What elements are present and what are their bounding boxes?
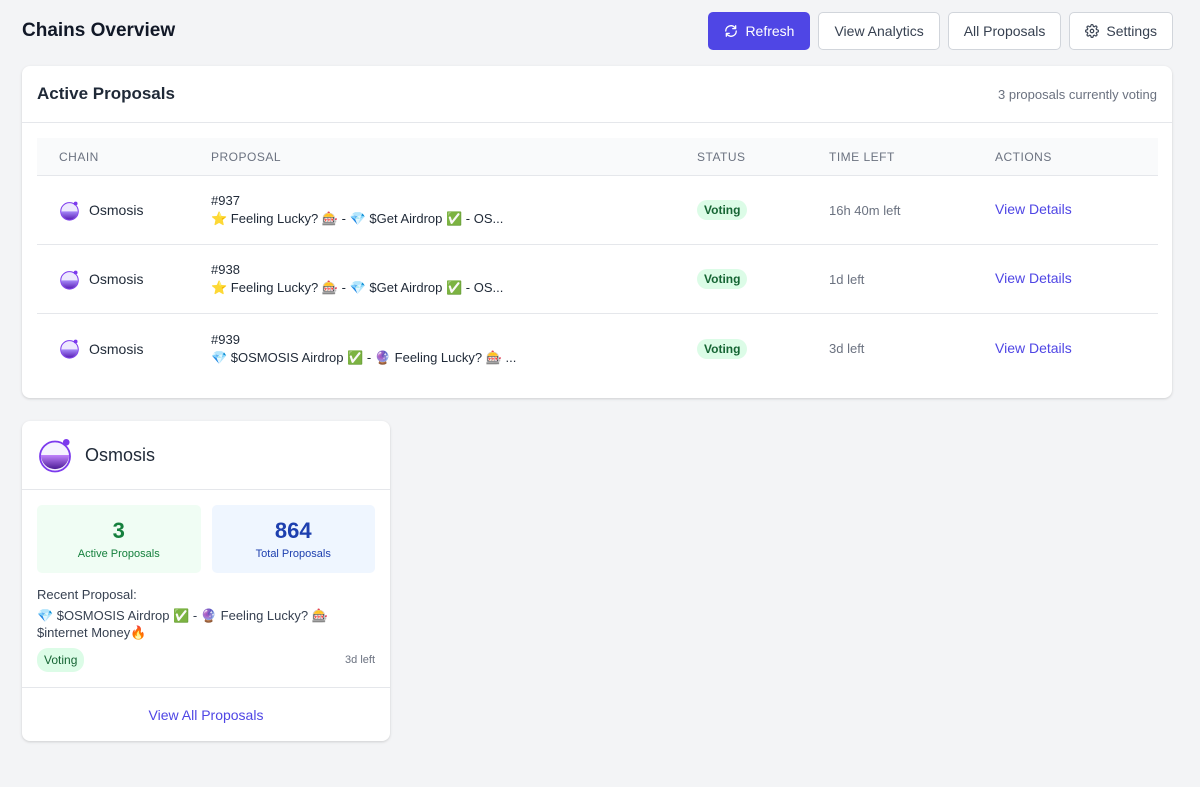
proposal-id: #939 <box>211 331 240 347</box>
column-actions: Actions <box>995 149 1052 164</box>
total-proposals-stat: 864 Total Proposals <box>211 505 375 573</box>
view-details-link[interactable]: View Details <box>995 340 1072 356</box>
proposal-title: ⭐ Feeling Lucky? 🎰 - 💎 $Get Airdrop ✅ - … <box>211 280 504 295</box>
total-proposals-value: 864 <box>274 518 312 543</box>
active-proposals-header: Active Proposals 3 proposals currently v… <box>22 66 1172 123</box>
chain-stats: 3 Active Proposals 864 Total Proposals <box>37 505 375 573</box>
active-proposals-value: 3 <box>112 518 125 543</box>
chain-name: Osmosis <box>89 340 144 357</box>
time-left: 16h 40m left <box>829 202 901 218</box>
refresh-label: Refresh <box>745 23 795 39</box>
all-proposals-button[interactable]: All Proposals <box>947 12 1062 50</box>
active-proposals-card: Active Proposals 3 proposals currently v… <box>22 66 1172 398</box>
chain-card-footer: View All Proposals <box>22 687 390 741</box>
active-proposals-count: 3 proposals currently voting <box>998 86 1157 102</box>
chain-cell: Osmosis <box>37 269 211 290</box>
table-row: Osmosis #939 💎 $OSMOSIS Airdrop ✅ - 🔮 Fe… <box>37 314 1158 383</box>
view-analytics-button[interactable]: View Analytics <box>818 12 940 50</box>
column-chain: Chain <box>59 149 99 164</box>
status-badge: Voting <box>37 648 85 672</box>
header-actions: Refresh View Analytics All Proposals Set… <box>708 12 1173 50</box>
osmosis-chain-card: Osmosis 3 Active Proposals 864 Total Pro… <box>22 421 390 741</box>
recent-proposal-footer: Voting 3d left <box>37 648 375 672</box>
active-proposals-label: Active Proposals <box>77 548 160 560</box>
actions-cell: View Details <box>995 201 1158 219</box>
refresh-button[interactable]: Refresh <box>708 12 811 50</box>
status-cell: Voting <box>697 269 829 289</box>
column-status: Status <box>697 149 746 164</box>
settings-button[interactable]: Settings <box>1069 12 1173 50</box>
proposal-cell: #937 ⭐ Feeling Lucky? 🎰 - 💎 $Get Airdrop… <box>211 192 697 228</box>
proposal-id: #937 <box>211 193 240 208</box>
status-cell: Voting <box>697 200 829 220</box>
osmosis-logo-icon <box>60 339 79 359</box>
time-left: 3d left <box>345 654 375 666</box>
proposals-table: Chain Proposal Status Time Left Actions … <box>37 138 1158 383</box>
view-details-link[interactable]: View Details <box>995 270 1072 286</box>
status-badge: Voting <box>697 338 748 359</box>
active-proposals-title: Active Proposals <box>37 84 175 103</box>
view-all-proposals-link[interactable]: View All Proposals <box>149 707 264 723</box>
chain-card-header: Osmosis <box>22 421 390 490</box>
actions-cell: View Details <box>995 340 1158 358</box>
page-title: Chains Overview <box>22 20 176 41</box>
actions-cell: View Details <box>995 270 1158 288</box>
proposal-title: ⭐ Feeling Lucky? 🎰 - 💎 $Get Airdrop ✅ - … <box>211 211 504 226</box>
proposal-id: #938 <box>211 262 240 277</box>
status-badge: Voting <box>697 200 748 220</box>
status-cell: Voting <box>697 338 829 359</box>
status-badge: Voting <box>697 269 748 289</box>
gear-icon <box>1085 24 1100 38</box>
total-proposals-label: Total Proposals <box>255 548 331 560</box>
chain-cell: Osmosis <box>37 200 211 221</box>
chain-name: Osmosis <box>89 271 144 287</box>
recent-proposal-title: 💎 $OSMOSIS Airdrop ✅ - 🔮 Feeling Lucky? … <box>37 608 328 640</box>
chain-cell: Osmosis <box>37 338 211 359</box>
table-row: Osmosis #938 ⭐ Feeling Lucky? 🎰 - 💎 $Get… <box>37 245 1158 314</box>
table-header: Chain Proposal Status Time Left Actions <box>37 138 1158 176</box>
osmosis-logo-icon <box>60 270 79 290</box>
osmosis-logo-icon <box>60 201 79 221</box>
proposal-cell: #939 💎 $OSMOSIS Airdrop ✅ - 🔮 Feeling Lu… <box>211 331 697 367</box>
chain-card-title: Osmosis <box>85 444 156 465</box>
time-left: 1d left <box>829 271 865 287</box>
time-left: 3d left <box>829 341 865 356</box>
proposal-title: 💎 $OSMOSIS Airdrop ✅ - 🔮 Feeling Lucky? … <box>211 349 517 365</box>
recent-proposal-label: Recent Proposal: <box>37 587 137 602</box>
column-proposal: Proposal <box>211 149 282 164</box>
refresh-icon <box>724 24 738 38</box>
view-details-link[interactable]: View Details <box>995 201 1072 217</box>
chain-name: Osmosis <box>89 202 144 218</box>
proposal-cell: #938 ⭐ Feeling Lucky? 🎰 - 💎 $Get Airdrop… <box>211 261 697 297</box>
column-time-left: Time Left <box>829 149 895 164</box>
table-row: Osmosis #937 ⭐ Feeling Lucky? 🎰 - 💎 $Get… <box>37 176 1158 245</box>
active-proposals-stat: 3 Active Proposals <box>37 505 201 573</box>
recent-proposal: Recent Proposal: 💎 $OSMOSIS Airdrop ✅ - … <box>37 587 375 641</box>
settings-label: Settings <box>1106 23 1157 39</box>
page-header: Chains Overview Refresh View Analytics A… <box>22 12 1173 50</box>
osmosis-logo-icon <box>39 438 71 473</box>
